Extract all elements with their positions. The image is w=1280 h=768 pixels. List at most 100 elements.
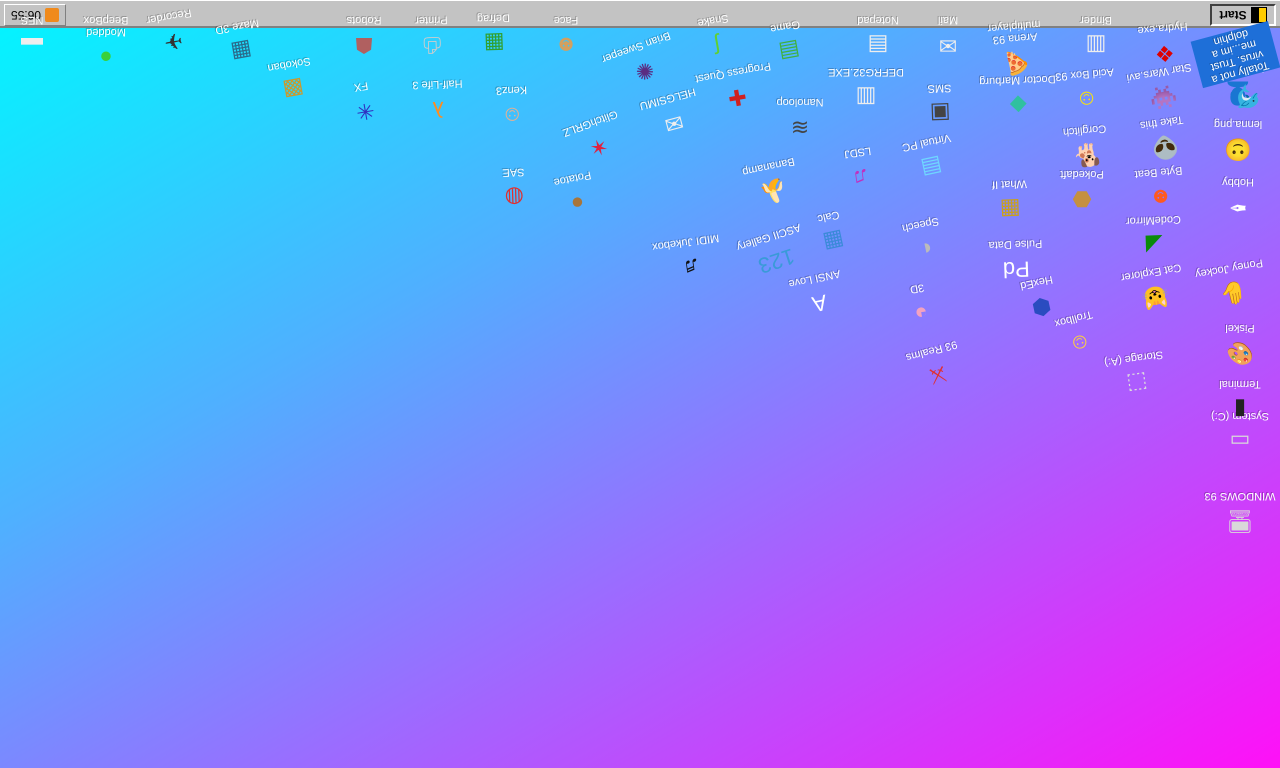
desktop-icon[interactable]: ▮ Terminal <box>1208 378 1272 425</box>
app-icon: ✋ <box>1217 278 1250 309</box>
desktop-icon[interactable]: 😺 Cat Explorer <box>1118 261 1189 318</box>
app-icon: ▤ <box>918 152 945 182</box>
app-icon: 🎨 <box>1226 341 1254 366</box>
desktop-icon[interactable]: 🎨 Piskel <box>1208 322 1272 369</box>
desktop-icon[interactable]: ◕ 3D <box>884 277 955 334</box>
app-icon: ▦ <box>820 226 847 256</box>
desktop-icon-label: Piskel <box>1225 322 1255 334</box>
desktop-icon[interactable]: ✋ Poney Jockey <box>1194 256 1267 314</box>
desktop-icon[interactable]: ☺ Acid Box 93 <box>1052 65 1120 117</box>
desktop-icon-label: Byte Beat <box>1134 164 1183 181</box>
app-icon: ● <box>99 45 113 70</box>
desktop-icon[interactable]: ▬ NES <box>0 14 64 61</box>
desktop-icon-label: DEFRG32.EXE <box>828 66 904 78</box>
desktop-icon[interactable]: λ Half-Life 3 <box>405 77 471 126</box>
app-icon: ▦ <box>483 30 506 57</box>
desktop-icon[interactable]: ◐ Speech <box>888 212 960 271</box>
desktop-icon[interactable]: ◢ CodeMirror <box>1121 213 1187 262</box>
app-icon: λ <box>432 96 445 123</box>
desktop-icon[interactable]: ▤ Virtual PC <box>894 130 966 189</box>
desktop-icon[interactable]: ☗ Robots <box>332 14 396 61</box>
desktop-icon-label: SMS <box>927 81 952 95</box>
desktop-icon[interactable]: ✉ Mail <box>916 14 980 61</box>
app-icon: ☺ <box>1065 328 1095 359</box>
app-icon: ▥ <box>855 85 877 110</box>
desktop-icon[interactable]: ✉ HELGSIMU <box>635 85 709 147</box>
desktop-icon[interactable]: ▥ Binder <box>1064 14 1128 61</box>
app-icon: ▩ <box>280 75 306 104</box>
desktop-icon[interactable]: ⬚ Storage (A:) <box>1101 348 1171 403</box>
app-icon: ✺ <box>631 56 658 86</box>
app-icon: ▤ <box>776 37 802 66</box>
app-icon: ☺ <box>500 102 524 129</box>
desktop-icon[interactable]: ◆ Doctor Marburg <box>979 73 1056 122</box>
desktop-icon-label: Printer <box>414 13 448 27</box>
desktop-icon-label: Kenz3 <box>495 83 528 97</box>
app-icon: ◕ <box>912 299 931 327</box>
desktop-icon[interactable]: ✶ GlitchGRLZ <box>558 106 634 172</box>
desktop-icon[interactable]: 🍕 Arena 93 multiplayer <box>982 17 1051 81</box>
desktop-icon-label: Face <box>553 14 579 26</box>
desktop-icon[interactable]: ⚔ 93 Realms <box>899 337 973 399</box>
app-icon: 🍌 <box>757 176 790 207</box>
desktop-icon[interactable]: 🐕 Corglitch <box>1052 121 1120 173</box>
desktop-icon[interactable]: ▦ What If <box>977 177 1043 226</box>
app-icon: ⬣ <box>1072 187 1092 212</box>
app-icon: ♫ <box>851 163 872 191</box>
desktop-icon-label: Binder <box>1080 14 1112 26</box>
app-icon: 👽 <box>1149 133 1181 162</box>
app-icon: ▭ <box>1229 429 1251 454</box>
desktop-icon[interactable]: ✒ Hobby <box>1206 176 1270 223</box>
desktop-icon-label: Totally not a virus. Trust me...im a dol… <box>1190 21 1280 89</box>
desktop-icon-label: Corglitch <box>1062 122 1107 138</box>
app-icon: ▦ <box>228 37 254 66</box>
desktop-icon[interactable]: ▤ Notepad <box>846 14 910 61</box>
app-icon: 🙂 <box>1224 137 1252 162</box>
desktop-icon-label: WINDOWS 93 <box>1204 490 1276 502</box>
desktop-icon[interactable]: ♬ MIDI Jukebox <box>651 232 723 287</box>
desktop-icon[interactable]: ◍ SAE <box>481 165 547 214</box>
desktop-icon[interactable]: ▥ DEFRG32.EXE <box>828 66 904 113</box>
app-icon: ⬚ <box>1125 369 1150 398</box>
desktop-icon[interactable]: ☻ Byte Beat <box>1126 163 1194 215</box>
desktop-icon[interactable]: A ANSI Love <box>782 266 854 325</box>
desktop-icon[interactable]: 🖥 WINDOWS 93 <box>1205 490 1276 537</box>
desktop-icon-label: Nanoloop <box>776 96 824 108</box>
desktop-icon[interactable]: ⬣ Pokedaft <box>1050 168 1114 215</box>
desktop-icon[interactable]: 🙂 lenna.png <box>1206 118 1270 165</box>
desktop-icon[interactable]: ♫ LSDJ <box>825 142 895 197</box>
desktop-icon-label: NES <box>20 14 44 26</box>
desktop-icon[interactable]: 👾 Star Wars.avi <box>1126 61 1197 118</box>
app-icon: ◐ <box>916 235 935 263</box>
desktop-icon-label: CodeMirror <box>1125 213 1182 227</box>
app-icon: ✉ <box>661 108 687 138</box>
desktop-icon[interactable]: ☻ Face <box>534 14 598 61</box>
app-icon: ▤ <box>867 33 889 58</box>
desktop-icon-label: Pokedaft <box>1060 168 1104 180</box>
desktop-icon[interactable]: ☺ Kenz3 <box>479 83 545 132</box>
desktop-icon[interactable]: ✈ Recorder <box>136 5 207 62</box>
app-icon: ⚔ <box>925 360 951 390</box>
app-icon: 🖥 <box>1226 509 1254 534</box>
desktop-icon-label: Terminal <box>1219 378 1261 390</box>
app-icon: ◍ <box>504 184 525 211</box>
app-icon: 🐬 <box>1230 80 1264 113</box>
desktop-icon[interactable]: ✺ Brian Sweeper <box>600 29 680 96</box>
desktop-icon[interactable]: ⎙ Printer <box>399 13 465 62</box>
app-icon: 👾 <box>1147 82 1180 113</box>
desktop-icon[interactable]: ʃ Snake <box>680 9 751 66</box>
desktop-icon[interactable]: ▣ SMS <box>907 81 973 130</box>
app-icon: ✳ <box>354 97 377 126</box>
desktop-icon[interactable]: 🍌 Bananamp <box>736 154 808 213</box>
app-icon: ʃ <box>712 32 722 59</box>
app-icon: ● <box>568 189 587 217</box>
windows93-logo-icon <box>1250 7 1267 23</box>
desktop-icon[interactable]: ≋ Nanoloop <box>768 96 832 143</box>
desktop-icon[interactable]: 👽 Take this <box>1129 112 1199 167</box>
app-icon: 123 <box>755 243 798 279</box>
desktop-icon[interactable]: ▤ Game <box>752 15 823 72</box>
app-icon: ✶ <box>585 132 612 162</box>
desktop-icon[interactable]: ✳ FX <box>328 75 399 132</box>
desktop-icon[interactable]: ● Modded BeepBox <box>74 14 138 73</box>
desktop-icon-label: lenna.png <box>1213 118 1263 130</box>
